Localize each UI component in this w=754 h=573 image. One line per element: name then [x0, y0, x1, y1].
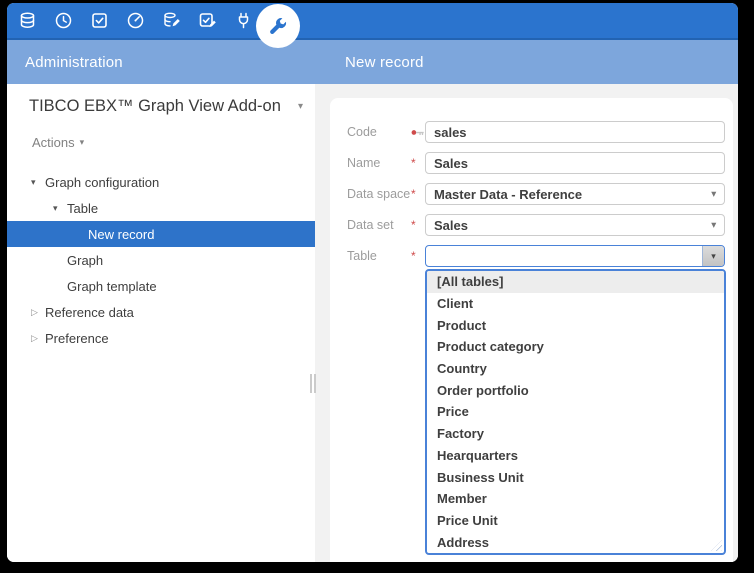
dropdown-option-address[interactable]: Address: [427, 531, 724, 553]
field-control-data-space: Master Data - Reference ▾: [425, 183, 725, 205]
primary-key-icon: [411, 128, 425, 137]
dropdown-option-member[interactable]: Member: [427, 488, 724, 510]
field-label-code: Code: [347, 125, 411, 139]
clock-icon[interactable]: [54, 11, 73, 30]
integration-plug-icon[interactable]: [234, 11, 253, 30]
record-form: CodeName*Data space*Master Data - Refere…: [330, 121, 733, 267]
data-set-selected-value: Sales: [434, 218, 468, 233]
database-icon[interactable]: [18, 11, 37, 30]
dropdown-option-factory[interactable]: Factory: [427, 423, 724, 445]
navigation-tree: ▾Graph configuration▾TableNew recordGrap…: [7, 169, 315, 351]
form-row-code: Code: [330, 121, 733, 143]
data-space-select[interactable]: Master Data - Reference ▾: [425, 183, 725, 205]
dropdown-option-business-unit[interactable]: Business Unit: [427, 466, 724, 488]
tree-item-label: Graph configuration: [45, 175, 159, 190]
tree-item-reference-data[interactable]: ▷Reference data: [7, 299, 315, 325]
administration-header-text: Administration: [25, 54, 123, 71]
data-space-selected-value: Master Data - Reference: [434, 187, 582, 202]
name-input[interactable]: [425, 152, 725, 174]
title-chevron-down-icon[interactable]: ▾: [298, 101, 303, 112]
field-label-data-space: Data space: [347, 187, 411, 201]
tree-item-label: New record: [88, 227, 154, 242]
tree-collapsed-icon[interactable]: ▷: [31, 333, 45, 344]
required-asterisk: *: [411, 249, 425, 263]
addon-title-text: TIBCO EBX™ Graph View Add-on: [29, 97, 281, 116]
sidebar: TIBCO EBX™ Graph View Add-on ▾ Actions ▾…: [7, 84, 315, 562]
addon-title: TIBCO EBX™ Graph View Add-on ▾: [29, 97, 303, 116]
tree-item-graph-configuration[interactable]: ▾Graph configuration: [7, 169, 315, 195]
dropdown-option-client[interactable]: Client: [427, 293, 724, 315]
field-control-name: [425, 152, 725, 174]
code-input[interactable]: [425, 121, 725, 143]
table-input[interactable]: [425, 245, 725, 267]
chevron-down-icon: ▾: [711, 220, 716, 231]
workflow-edit-icon[interactable]: [198, 11, 217, 30]
table-combobox: ▾: [425, 245, 725, 267]
form-row-data-set: Data set* Sales ▾: [330, 214, 733, 236]
field-control-code: [425, 121, 725, 143]
tree-item-preference[interactable]: ▷Preference: [7, 325, 315, 351]
form-row-data-space: Data space* Master Data - Reference ▾: [330, 183, 733, 205]
tree-item-graph-template[interactable]: Graph template: [7, 273, 315, 299]
top-toolbar: [7, 3, 738, 40]
form-row-name: Name*: [330, 152, 733, 174]
field-label-data-set: Data set: [347, 218, 411, 232]
panel-splitter-handle[interactable]: [310, 374, 318, 393]
actions-label: Actions: [32, 135, 75, 150]
tree-item-label: Preference: [45, 331, 109, 346]
tree-item-label: Graph template: [67, 279, 157, 294]
chevron-down-icon: ▾: [711, 189, 716, 200]
required-asterisk: *: [411, 218, 425, 232]
new-record-header-text: New record: [345, 54, 424, 71]
tree-item-new-record[interactable]: New record: [7, 221, 315, 247]
left-panel-title: Administration: [25, 40, 123, 84]
dropdown-option-price[interactable]: Price: [427, 401, 724, 423]
dropdown-option-hearquarters[interactable]: Hearquarters: [427, 445, 724, 467]
field-label-table: Table: [347, 249, 411, 263]
app-window: Administration New record TIBCO EBX™ Gra…: [7, 3, 738, 562]
field-label-name: Name: [347, 156, 411, 170]
tree-item-label: Graph: [67, 253, 103, 268]
dashboard-gauge-icon[interactable]: [126, 11, 145, 30]
tree-item-label: Table: [67, 201, 98, 216]
required-asterisk: *: [411, 187, 425, 201]
table-dropdown-button[interactable]: ▾: [702, 246, 724, 266]
tree-expanded-icon[interactable]: ▾: [31, 177, 45, 188]
actions-menu-button[interactable]: Actions ▾: [32, 135, 84, 150]
toolbar-icon-group: [7, 11, 289, 30]
tree-expanded-icon[interactable]: ▾: [53, 203, 67, 214]
dropdown-option-product-category[interactable]: Product category: [427, 336, 724, 358]
field-control-data-set: Sales ▾: [425, 214, 725, 236]
field-control-table: ▾: [425, 245, 725, 267]
administration-wrench-icon[interactable]: [256, 4, 300, 48]
dropdown-option-price-unit[interactable]: Price Unit: [427, 510, 724, 532]
dropdown-option-product[interactable]: Product: [427, 314, 724, 336]
data-set-select[interactable]: Sales ▾: [425, 214, 725, 236]
actions-chevron-down-icon: ▾: [80, 137, 85, 148]
primary-key-marker: [411, 128, 425, 137]
dropdown-option-order-portfolio[interactable]: Order portfolio: [427, 379, 724, 401]
content-area: TIBCO EBX™ Graph View Add-on ▾ Actions ▾…: [7, 84, 738, 562]
data-model-edit-icon[interactable]: [162, 11, 181, 30]
right-panel-title: New record: [345, 40, 424, 84]
tasks-checkbox-icon[interactable]: [90, 11, 109, 30]
dropdown-option-all-tables[interactable]: [All tables]: [427, 271, 724, 293]
tree-item-table[interactable]: ▾Table: [7, 195, 315, 221]
tree-item-graph[interactable]: Graph: [7, 247, 315, 273]
dropdown-option-country[interactable]: Country: [427, 358, 724, 380]
tree-item-label: Reference data: [45, 305, 134, 320]
table-dropdown-list: [All tables]ClientProductProduct categor…: [425, 269, 726, 555]
required-asterisk: *: [411, 156, 425, 170]
record-form-card: CodeName*Data space*Master Data - Refere…: [330, 98, 733, 562]
tree-collapsed-icon[interactable]: ▷: [31, 307, 45, 318]
section-header-bar: Administration New record: [7, 40, 738, 84]
main-panel: CodeName*Data space*Master Data - Refere…: [315, 84, 738, 562]
form-row-table: Table* ▾: [330, 245, 733, 267]
